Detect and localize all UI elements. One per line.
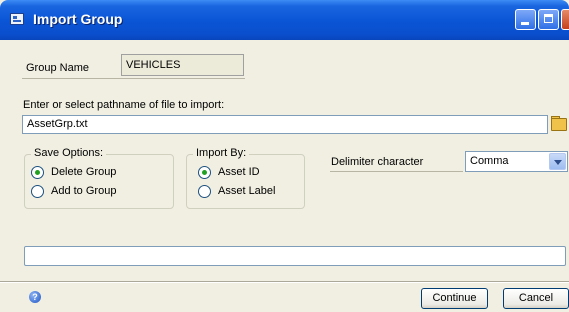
maximize-button[interactable] bbox=[538, 9, 559, 30]
title-bar[interactable]: Import Group bbox=[0, 0, 569, 40]
add-to-group-radio[interactable] bbox=[31, 185, 44, 198]
folder-icon[interactable] bbox=[549, 114, 569, 134]
delimiter-value: Comma bbox=[470, 155, 509, 167]
group-name-divider bbox=[22, 78, 245, 79]
asset-label-label[interactable]: Asset Label bbox=[218, 185, 275, 197]
asset-label-radio[interactable] bbox=[198, 185, 211, 198]
import-by-group bbox=[186, 154, 305, 209]
footer-separator bbox=[0, 281, 569, 283]
delimiter-select[interactable]: Comma bbox=[465, 151, 568, 172]
save-options-legend: Save Options: bbox=[31, 147, 107, 159]
delete-group-label[interactable]: Delete Group bbox=[51, 166, 116, 178]
asset-id-label[interactable]: Asset ID bbox=[218, 166, 260, 178]
minimize-button[interactable] bbox=[515, 9, 536, 30]
status-field bbox=[24, 246, 566, 266]
group-name-field: VEHICLES bbox=[121, 54, 244, 76]
window-title: Import Group bbox=[33, 11, 123, 27]
delimiter-label: Delimiter character bbox=[331, 156, 424, 168]
import-group-window: Import Group Group Name VEHICLES Enter o… bbox=[0, 0, 569, 312]
asset-id-radio[interactable] bbox=[198, 166, 211, 179]
pathname-label: Enter or select pathname of file to impo… bbox=[23, 99, 225, 111]
delete-group-radio[interactable] bbox=[31, 166, 44, 179]
import-by-legend: Import By: bbox=[193, 147, 250, 159]
add-to-group-label[interactable]: Add to Group bbox=[51, 185, 116, 197]
delimiter-underline bbox=[330, 171, 463, 172]
save-options-group bbox=[24, 154, 174, 209]
window-app-icon[interactable] bbox=[10, 13, 24, 25]
close-button[interactable] bbox=[561, 9, 569, 30]
help-icon[interactable]: ? bbox=[29, 291, 41, 303]
group-name-label: Group Name bbox=[26, 62, 89, 74]
chevron-down-icon[interactable] bbox=[549, 153, 566, 170]
cancel-button[interactable]: Cancel bbox=[503, 288, 569, 309]
continue-button[interactable]: Continue bbox=[421, 288, 488, 309]
pathname-input[interactable]: AssetGrp.txt bbox=[22, 115, 548, 134]
